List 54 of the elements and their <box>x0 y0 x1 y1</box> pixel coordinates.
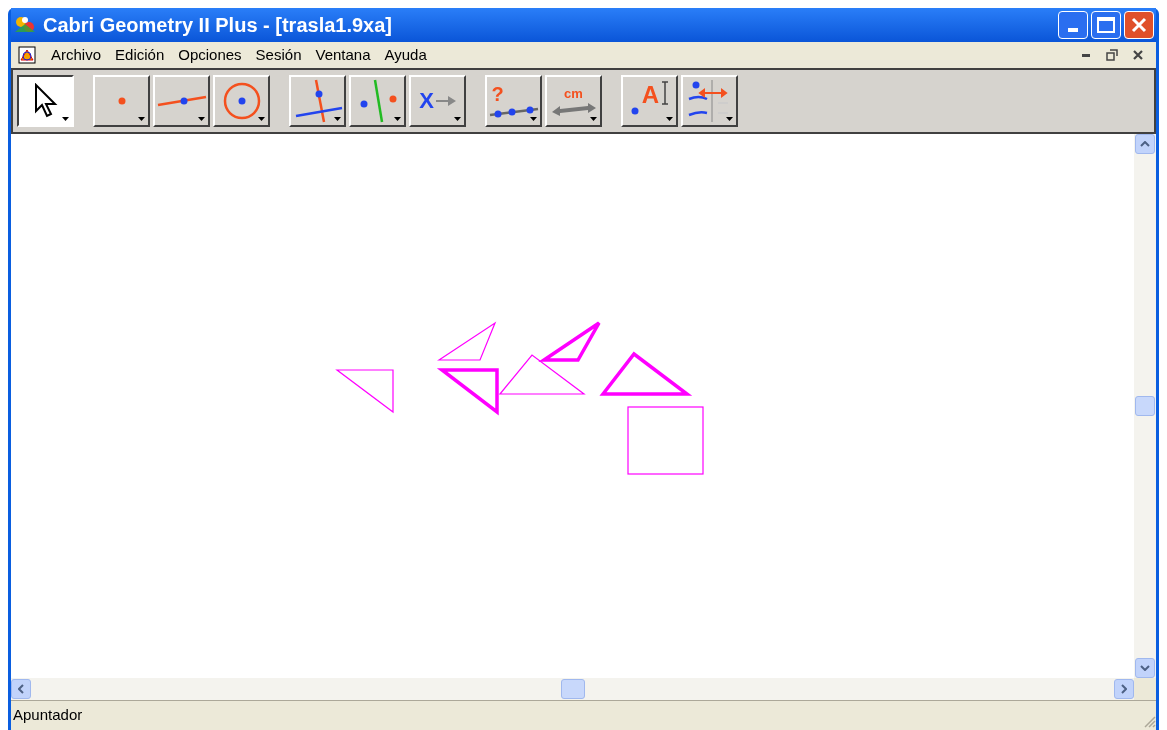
point-icon <box>117 97 126 105</box>
close-icon <box>1131 17 1147 33</box>
line-icon <box>156 93 207 109</box>
tool-button[interactable]: X <box>409 75 466 127</box>
dropdown-caret-icon <box>258 117 265 121</box>
dropdown-caret-icon <box>198 117 205 121</box>
minimize-button[interactable] <box>1058 11 1088 39</box>
maximize-icon <box>1097 17 1115 33</box>
tool-button[interactable] <box>17 75 74 127</box>
horizontal-scrollbar[interactable] <box>11 678 1135 700</box>
text-cursor-icon <box>662 81 669 105</box>
document-icon <box>17 45 37 65</box>
scroll-left-button[interactable] <box>11 679 31 699</box>
scroll-thumb[interactable] <box>1135 396 1156 416</box>
menu-item[interactable]: Ayuda <box>384 43 427 67</box>
dropdown-caret-icon <box>334 117 341 121</box>
dropdown-caret-icon <box>394 117 401 121</box>
dropdown-caret-icon <box>454 117 461 121</box>
point-icon <box>630 107 639 115</box>
collinear-points-icon <box>488 104 539 118</box>
down-chevron-icon <box>1140 665 1151 671</box>
label-glyph: A <box>641 83 660 107</box>
dropdown-caret-icon <box>666 117 673 121</box>
minimize-icon <box>1082 53 1090 57</box>
menu-item[interactable]: Ventana <box>315 43 371 67</box>
question-glyph: ? <box>491 84 504 104</box>
scroll-up-button[interactable] <box>1135 134 1156 154</box>
window-title: Cabri Geometry II Plus - [trasla1.9xa] <box>43 13 393 38</box>
circle-icon <box>221 81 262 121</box>
dropdown-caret-icon <box>530 117 537 121</box>
dropdown-caret-icon <box>726 117 733 121</box>
menu-item[interactable]: Edición <box>115 43 165 67</box>
close-button[interactable] <box>1124 11 1154 39</box>
right-chevron-icon <box>1121 684 1128 694</box>
up-chevron-icon <box>1140 141 1151 147</box>
scroll-down-button[interactable] <box>1135 658 1156 678</box>
restore-icon <box>1106 49 1118 61</box>
menu-item[interactable]: Sesión <box>255 43 302 67</box>
status-text: Apuntador <box>13 705 83 726</box>
left-chevron-icon <box>18 684 24 694</box>
scroll-right-button[interactable] <box>1114 679 1135 699</box>
arrow-pointer-icon <box>32 83 59 119</box>
dropdown-caret-icon <box>62 117 69 121</box>
minimize-icon <box>1068 28 1078 32</box>
close-icon <box>1133 50 1143 60</box>
right-arrow-icon <box>435 96 456 106</box>
menu-item[interactable]: Archivo <box>51 43 102 67</box>
vertical-scrollbar[interactable] <box>1134 134 1156 678</box>
units-glyph: cm <box>564 86 583 100</box>
scroll-thumb[interactable] <box>560 679 585 699</box>
dropdown-caret-icon <box>138 117 145 121</box>
menu-item[interactable]: Opciones <box>178 43 242 67</box>
macro-glyph: X <box>419 90 434 112</box>
maximize-button[interactable] <box>1091 11 1121 39</box>
